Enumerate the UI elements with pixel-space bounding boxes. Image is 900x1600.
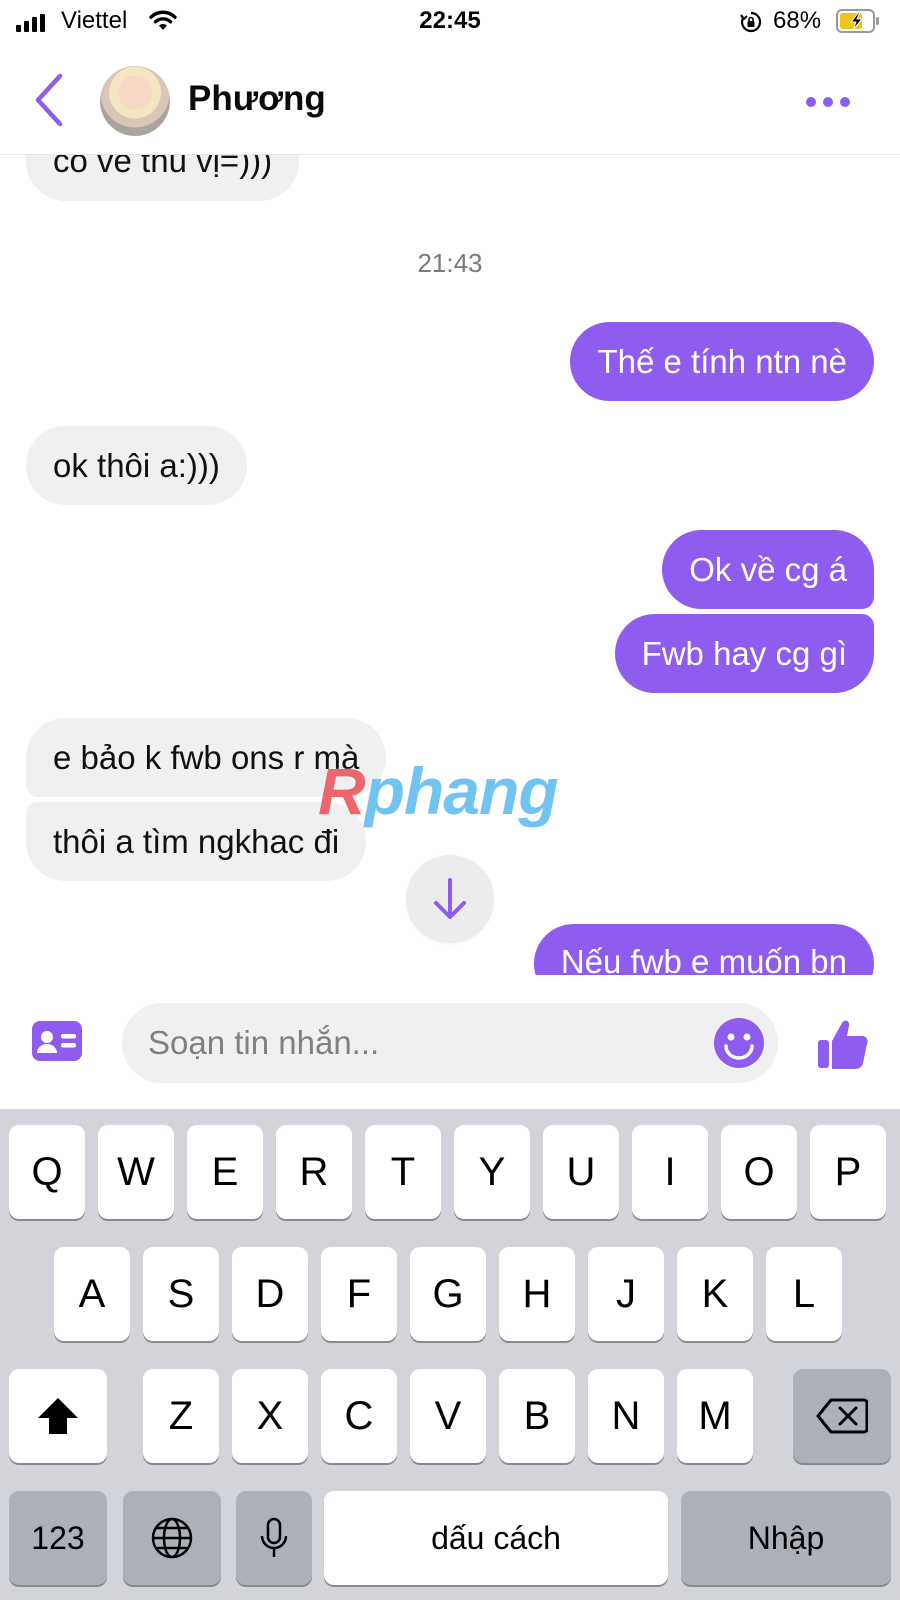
- message-outgoing: Ok về cg á: [662, 530, 874, 609]
- message-composer: [0, 975, 900, 1109]
- key-g[interactable]: G: [410, 1247, 486, 1341]
- contact-card-icon[interactable]: [32, 1021, 82, 1061]
- key-k[interactable]: K: [677, 1247, 753, 1341]
- conversation-header: Phương: [0, 52, 900, 155]
- thumbs-up-icon[interactable]: [816, 1017, 870, 1071]
- scroll-to-bottom-button[interactable]: [406, 855, 494, 943]
- message-outgoing: Thế e tính ntn nè: [570, 322, 874, 401]
- key-s[interactable]: S: [143, 1247, 219, 1341]
- key-f[interactable]: F: [321, 1247, 397, 1341]
- message-outgoing: Nếu fwb e muốn bn: [533, 924, 874, 975]
- key-h[interactable]: H: [499, 1247, 575, 1341]
- key-c[interactable]: C: [321, 1369, 397, 1463]
- key-q[interactable]: Q: [9, 1125, 85, 1219]
- key-a[interactable]: A: [54, 1247, 130, 1341]
- rotation-lock-icon: [740, 11, 762, 33]
- globe-icon: [151, 1517, 193, 1559]
- message-incoming: co ve thu vị=))): [26, 155, 300, 201]
- key-r[interactable]: R: [276, 1125, 352, 1219]
- arrow-down-icon: [434, 878, 466, 919]
- return-key[interactable]: Nhập: [681, 1491, 891, 1585]
- key-w[interactable]: W: [98, 1125, 174, 1219]
- key-b[interactable]: B: [499, 1369, 575, 1463]
- message-incoming: thôi a tìm ngkhac đi: [26, 802, 367, 881]
- backspace-icon: [816, 1398, 868, 1434]
- backspace-key[interactable]: [793, 1369, 891, 1463]
- key-m[interactable]: M: [677, 1369, 753, 1463]
- chevron-left-icon[interactable]: [30, 72, 70, 128]
- key-n[interactable]: N: [588, 1369, 664, 1463]
- key-l[interactable]: L: [766, 1247, 842, 1341]
- contact-name[interactable]: Phương: [188, 79, 326, 119]
- key-u[interactable]: U: [543, 1125, 619, 1219]
- shift-key[interactable]: [9, 1369, 107, 1463]
- battery-charging-icon: [836, 9, 879, 33]
- key-d[interactable]: D: [232, 1247, 308, 1341]
- key-y[interactable]: Y: [454, 1125, 530, 1219]
- watermark-logo: Rphang: [318, 754, 559, 828]
- message-list[interactable]: co ve thu vị=))) 21:43 Thế e tính ntn nè…: [0, 155, 900, 975]
- key-i[interactable]: I: [632, 1125, 708, 1219]
- message-outgoing: Fwb hay cg gì: [614, 614, 874, 693]
- microphone-icon: [260, 1517, 288, 1557]
- numbers-key[interactable]: 123: [9, 1491, 107, 1585]
- key-v[interactable]: V: [410, 1369, 486, 1463]
- avatar[interactable]: [100, 66, 170, 136]
- message-input[interactable]: [122, 1003, 778, 1083]
- shift-icon: [38, 1398, 78, 1434]
- key-t[interactable]: T: [365, 1125, 441, 1219]
- globe-key[interactable]: [123, 1491, 221, 1585]
- message-incoming: ok thôi a:))): [26, 426, 247, 505]
- more-horizontal-icon[interactable]: [806, 90, 856, 114]
- key-x[interactable]: X: [232, 1369, 308, 1463]
- key-p[interactable]: P: [810, 1125, 886, 1219]
- keyboard: Q W E R T Y U I O P A S D F G H J K L Z …: [0, 1109, 900, 1600]
- emoji-icon[interactable]: [714, 1018, 764, 1068]
- status-time: 22:45: [419, 7, 481, 34]
- space-key[interactable]: dấu cách: [324, 1491, 668, 1585]
- key-e[interactable]: E: [187, 1125, 263, 1219]
- status-bar: Viettel 22:45 68%: [0, 0, 900, 46]
- dictation-key[interactable]: [236, 1491, 312, 1585]
- battery-percent: 68%: [773, 7, 822, 34]
- key-z[interactable]: Z: [143, 1369, 219, 1463]
- message-timestamp: 21:43: [417, 248, 483, 278]
- key-j[interactable]: J: [588, 1247, 664, 1341]
- key-o[interactable]: O: [721, 1125, 797, 1219]
